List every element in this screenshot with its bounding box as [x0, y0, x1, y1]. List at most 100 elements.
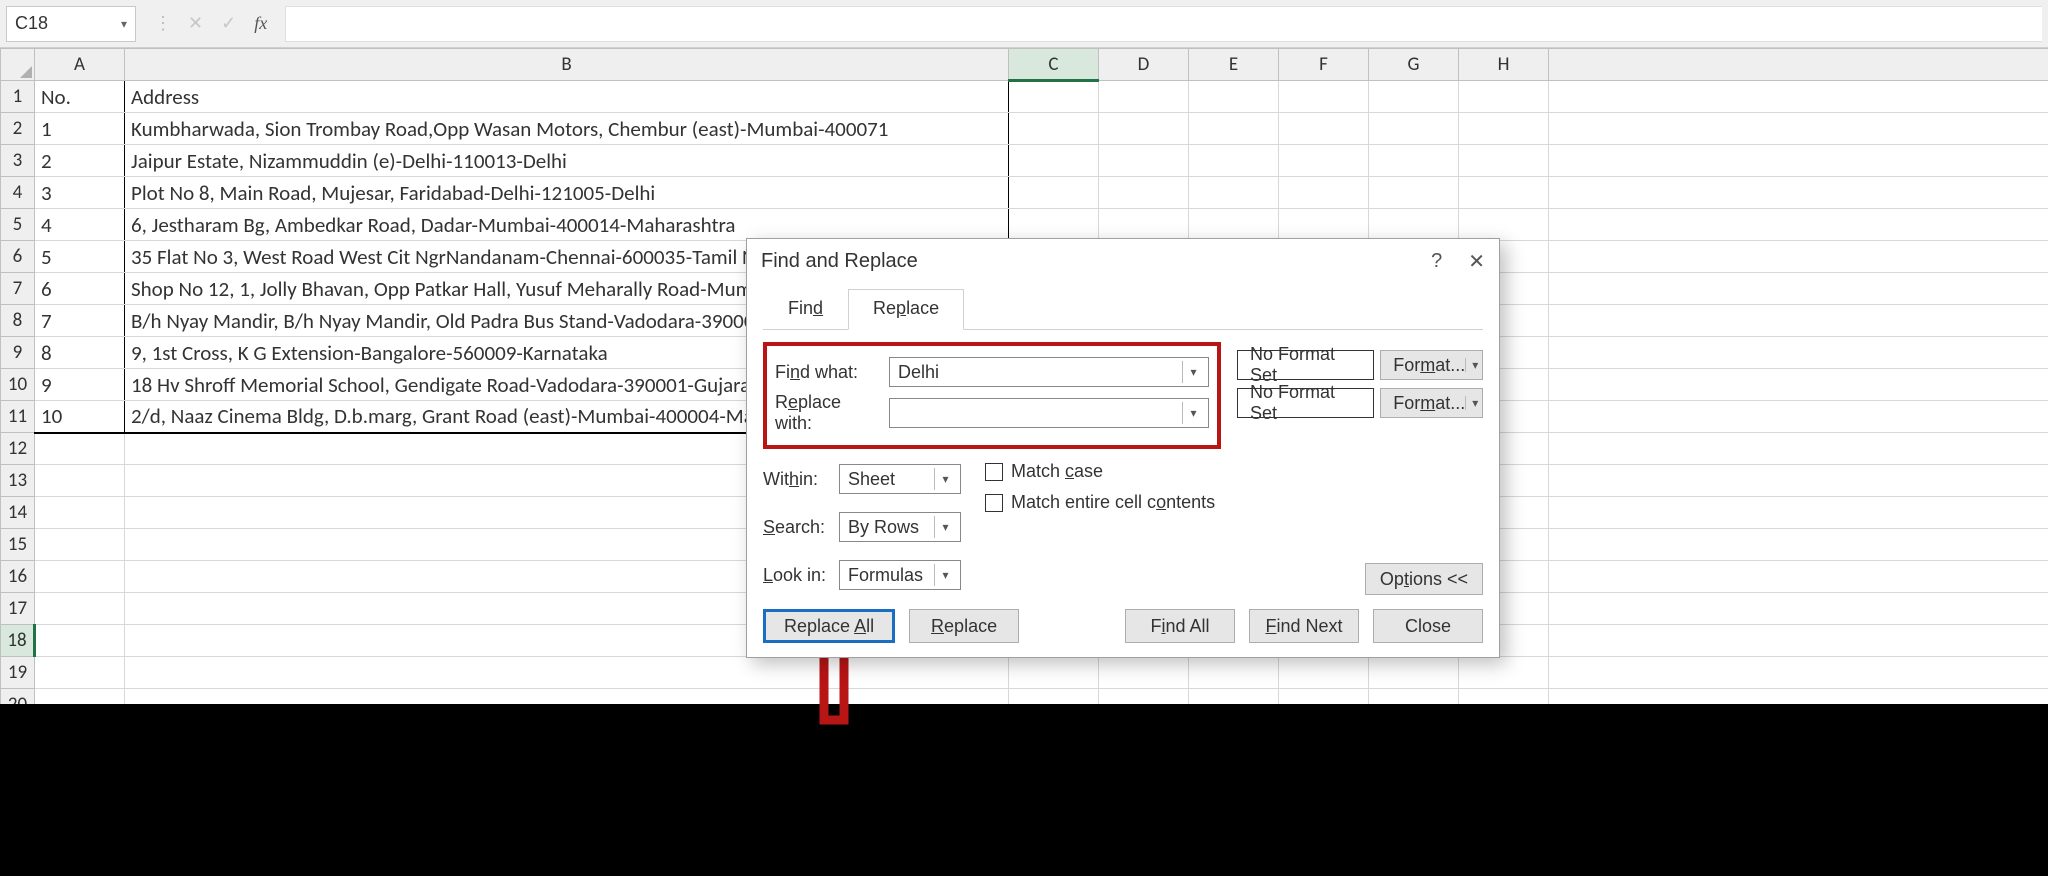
cell[interactable] — [1189, 177, 1279, 209]
formula-input[interactable] — [285, 6, 2042, 42]
cell[interactable]: 9 — [35, 369, 125, 401]
select-all-corner[interactable] — [1, 49, 35, 81]
cell[interactable] — [1099, 209, 1189, 241]
cell[interactable] — [1549, 337, 2048, 369]
cell[interactable] — [1009, 113, 1099, 145]
cell[interactable] — [1279, 113, 1369, 145]
cell[interactable] — [1549, 145, 2048, 177]
search-select[interactable]: By Rows ▾ — [839, 512, 961, 542]
cell[interactable] — [1009, 145, 1099, 177]
cell[interactable]: 7 — [35, 305, 125, 337]
col-header-b[interactable]: B — [125, 49, 1009, 81]
cell[interactable] — [125, 657, 1009, 689]
cell[interactable] — [1369, 81, 1459, 113]
row-header[interactable]: 13 — [1, 465, 35, 497]
cell[interactable] — [35, 593, 125, 625]
row-header[interactable]: 17 — [1, 593, 35, 625]
cell[interactable] — [1009, 81, 1099, 113]
find-all-button[interactable]: Find All — [1125, 609, 1235, 643]
cell[interactable] — [1369, 113, 1459, 145]
row-header[interactable]: 14 — [1, 497, 35, 529]
cell[interactable] — [1549, 241, 2048, 273]
dialog-titlebar[interactable]: Find and Replace ? ✕ — [747, 239, 1499, 288]
cell[interactable] — [1279, 209, 1369, 241]
cell[interactable] — [1549, 209, 2048, 241]
name-box-dropdown-icon[interactable]: ▾ — [121, 17, 127, 31]
cell[interactable] — [1549, 625, 2048, 657]
cell[interactable] — [1279, 177, 1369, 209]
row-header[interactable]: 1 — [1, 81, 35, 113]
replace-with-input[interactable]: ▾ — [889, 398, 1209, 428]
cell[interactable] — [1549, 561, 2048, 593]
cell[interactable]: 5 — [35, 241, 125, 273]
options-button[interactable]: Options << — [1365, 563, 1483, 595]
replace-all-button[interactable]: Replace All — [763, 609, 895, 643]
close-button[interactable]: Close — [1373, 609, 1483, 643]
col-header-a[interactable]: A — [35, 49, 125, 81]
cell[interactable] — [35, 625, 125, 657]
cell[interactable] — [1549, 657, 2048, 689]
replace-format-button[interactable]: Format...▾ — [1380, 388, 1483, 418]
cell[interactable]: 1 — [35, 113, 125, 145]
col-header-g[interactable]: G — [1369, 49, 1459, 81]
cancel-icon[interactable]: ✕ — [188, 13, 203, 34]
cell[interactable] — [1189, 145, 1279, 177]
close-icon[interactable]: ✕ — [1468, 249, 1485, 274]
cell[interactable] — [35, 529, 125, 561]
cell[interactable] — [1099, 81, 1189, 113]
within-select[interactable]: Sheet ▾ — [839, 464, 961, 494]
cell[interactable] — [1369, 209, 1459, 241]
cell[interactable] — [1549, 177, 2048, 209]
cell[interactable] — [1189, 81, 1279, 113]
cell[interactable] — [1009, 657, 1099, 689]
cell[interactable] — [1459, 657, 1549, 689]
cell[interactable]: 3 — [35, 177, 125, 209]
cell[interactable] — [1099, 177, 1189, 209]
cell[interactable] — [1549, 465, 2048, 497]
chevron-down-icon[interactable]: ▾ — [934, 516, 956, 538]
chevron-down-icon[interactable]: ▾ — [934, 564, 956, 586]
match-case-checkbox[interactable]: Match case — [985, 461, 1215, 482]
cell[interactable] — [1549, 273, 2048, 305]
cell[interactable]: 2 — [35, 145, 125, 177]
row-header[interactable]: 12 — [1, 433, 35, 465]
cell[interactable] — [1279, 145, 1369, 177]
row-header[interactable]: 3 — [1, 145, 35, 177]
cell[interactable] — [35, 657, 125, 689]
chevron-down-icon[interactable]: ▾ — [1182, 361, 1204, 383]
cell[interactable]: Jaipur Estate, Nizammuddin (e)-Delhi-110… — [125, 145, 1009, 177]
cell[interactable]: 6, Jestharam Bg, Ambedkar Road, Dadar-Mu… — [125, 209, 1009, 241]
row-header[interactable]: 18 — [1, 625, 35, 657]
lookin-select[interactable]: Formulas ▾ — [839, 560, 961, 590]
find-format-button[interactable]: Format...▾ — [1380, 350, 1483, 380]
cell[interactable] — [1549, 529, 2048, 561]
row-header[interactable]: 6 — [1, 241, 35, 273]
cell[interactable] — [1549, 401, 2048, 433]
cell[interactable] — [1099, 657, 1189, 689]
cell[interactable] — [1459, 81, 1549, 113]
cell[interactable] — [1279, 657, 1369, 689]
row-header[interactable]: 2 — [1, 113, 35, 145]
tab-replace[interactable]: Replace — [848, 289, 964, 330]
enter-icon[interactable]: ✓ — [221, 13, 236, 34]
row-header[interactable]: 15 — [1, 529, 35, 561]
tab-find[interactable]: Find — [763, 289, 848, 330]
cell[interactable] — [1549, 113, 2048, 145]
col-header-c[interactable]: C — [1009, 49, 1099, 81]
col-header-d[interactable]: D — [1099, 49, 1189, 81]
cell[interactable]: 8 — [35, 337, 125, 369]
col-header-spare[interactable] — [1549, 49, 2048, 81]
cell[interactable] — [1549, 369, 2048, 401]
cell[interactable] — [35, 433, 125, 465]
row-header[interactable]: 7 — [1, 273, 35, 305]
cell[interactable]: 10 — [35, 401, 125, 433]
cell[interactable] — [1459, 145, 1549, 177]
cell[interactable] — [1099, 113, 1189, 145]
row-header[interactable]: 10 — [1, 369, 35, 401]
cell[interactable] — [1459, 113, 1549, 145]
cell[interactable] — [1009, 209, 1099, 241]
col-header-h[interactable]: H — [1459, 49, 1549, 81]
cell[interactable]: 4 — [35, 209, 125, 241]
cell[interactable] — [1459, 177, 1549, 209]
col-header-f[interactable]: F — [1279, 49, 1369, 81]
